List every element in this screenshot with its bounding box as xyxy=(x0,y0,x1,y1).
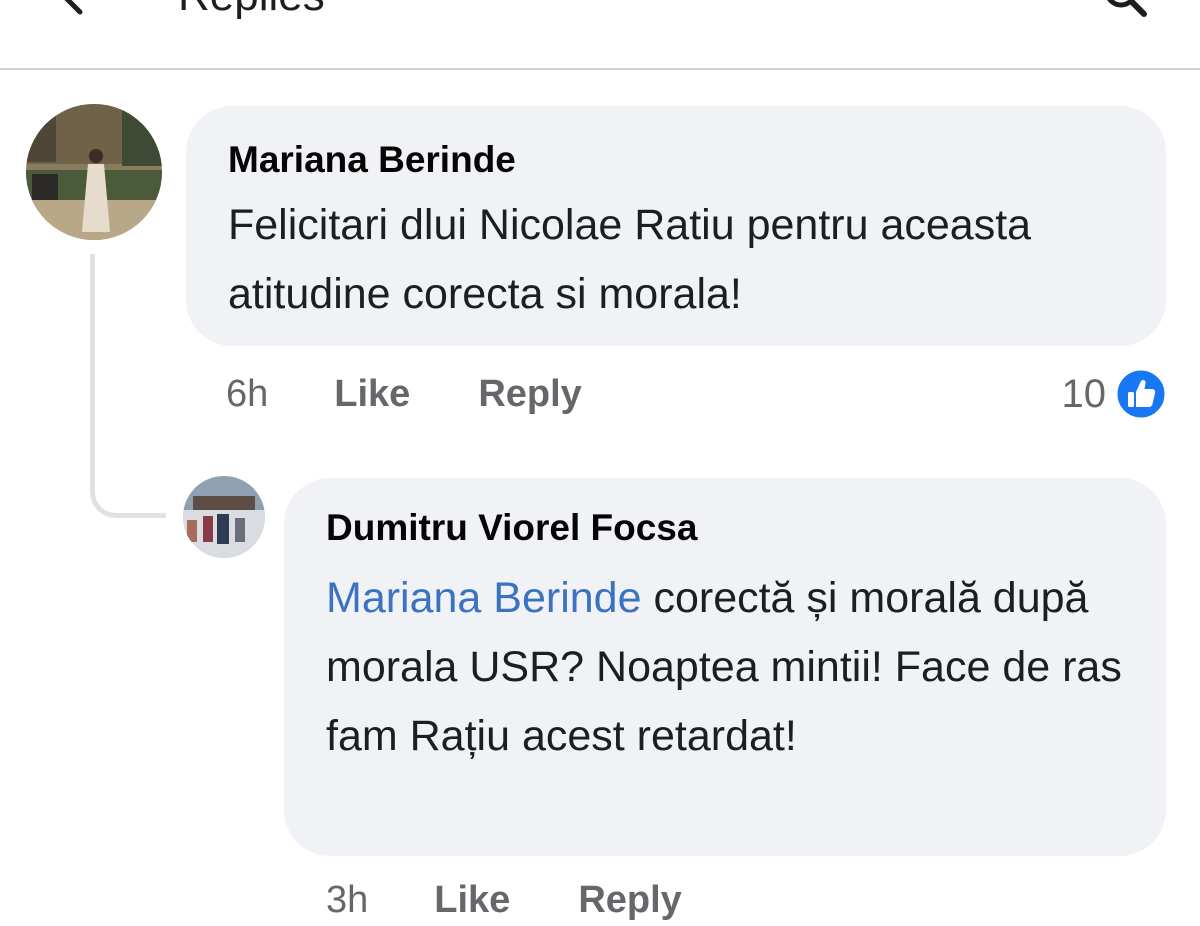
search-icon xyxy=(1107,0,1147,17)
reply-button[interactable]: Reply xyxy=(478,373,581,416)
profile-photo xyxy=(183,476,265,558)
top-bar: Replies xyxy=(0,0,1200,70)
like-button[interactable]: Like xyxy=(434,879,510,922)
avatar[interactable] xyxy=(183,476,265,558)
comment-timestamp[interactable]: 3h xyxy=(326,879,368,922)
back-button[interactable] xyxy=(52,0,96,20)
comment-actions: 6h Like Reply xyxy=(226,368,582,420)
page-title: Replies xyxy=(178,0,325,18)
reply-comment-bubble: Dumitru Viorel Focsa Mariana Berinde cor… xyxy=(284,478,1166,856)
reaction-count: 10 xyxy=(1061,371,1107,416)
comment-text: Mariana Berinde corectă și morală după m… xyxy=(326,564,1126,771)
comment-text: Felicitari dlui Nicolae Ratiu pentru ace… xyxy=(228,201,1032,318)
like-button[interactable]: Like xyxy=(334,373,410,416)
avatar[interactable] xyxy=(26,104,162,240)
profile-photo xyxy=(26,104,162,240)
reaction-summary[interactable]: 10 xyxy=(1062,366,1169,422)
comment-actions: 3h Like Reply xyxy=(326,874,682,926)
comment-author[interactable]: Dumitru Viorel Focsa xyxy=(326,506,1126,550)
comment-author[interactable]: Mariana Berinde xyxy=(228,138,1126,182)
like-icon xyxy=(1114,367,1168,421)
comment-bubble: Mariana Berinde Felicitari dlui Nicolae … xyxy=(186,106,1166,346)
mention-link[interactable]: Mariana Berinde xyxy=(326,574,642,622)
arrow-left-icon xyxy=(64,0,83,15)
search-button[interactable] xyxy=(1102,0,1148,18)
reply-button[interactable]: Reply xyxy=(578,879,681,922)
comment-timestamp[interactable]: 6h xyxy=(226,373,268,416)
thread-connector-line xyxy=(90,254,166,518)
